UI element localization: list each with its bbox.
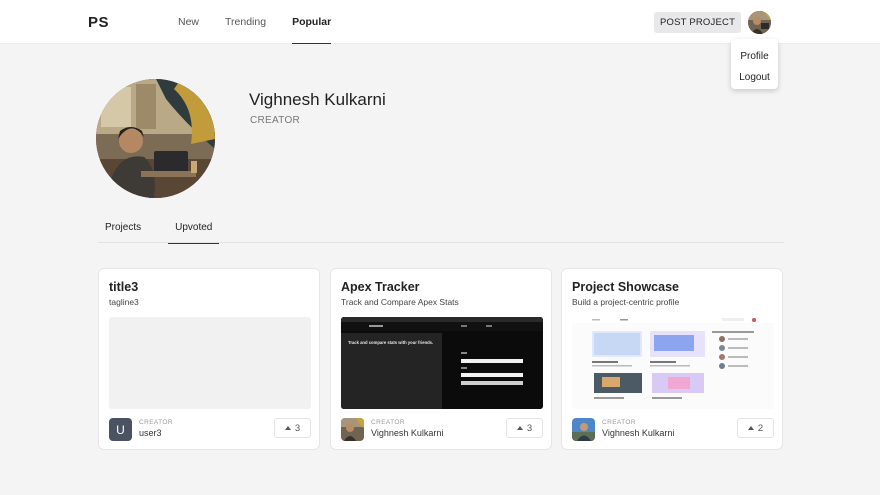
card-title[interactable]: Project Showcase	[572, 280, 679, 294]
upvote-arrow-icon	[747, 426, 754, 430]
project-card[interactable]: Apex Tracker Track and Compare Apex Stat…	[330, 268, 552, 450]
card-tagline: Track and Compare Apex Stats	[341, 297, 459, 307]
card-tagline: tagline3	[109, 297, 139, 307]
apex-tracker-preview-image: Track and compare stats with your friend…	[341, 317, 543, 409]
upvote-count: 3	[526, 422, 533, 434]
profile-photo	[96, 79, 215, 198]
creator-avatar[interactable]	[572, 418, 595, 441]
nav-new[interactable]: New	[178, 0, 199, 44]
user-menu-dropdown: Profile Logout	[731, 39, 778, 89]
tab-projects[interactable]: Projects	[98, 214, 148, 243]
top-navbar: PS New Trending Popular POST PROJECT	[0, 0, 880, 44]
user-avatar-button[interactable]	[748, 11, 771, 34]
main-nav: New Trending Popular	[178, 0, 357, 44]
card-title[interactable]: title3	[109, 280, 138, 294]
upvote-button[interactable]: 3	[506, 418, 543, 438]
preview-headline: Track and compare stats with your friend…	[348, 340, 433, 345]
card-tagline: Build a project-centric profile	[572, 297, 680, 307]
card-image-apex-tracker[interactable]: Track and compare stats with your friend…	[341, 317, 543, 409]
tab-upvoted[interactable]: Upvoted	[168, 214, 220, 244]
profile-role: CREATOR	[250, 115, 301, 126]
creator-name[interactable]: user3	[139, 428, 162, 438]
profile-name: Vighnesh Kulkarni	[249, 90, 386, 109]
project-showcase-preview-image	[572, 317, 774, 409]
card-title[interactable]: Apex Tracker	[341, 280, 420, 294]
creator-photo-icon	[572, 418, 595, 441]
card-image-placeholder[interactable]	[109, 317, 311, 409]
creator-name[interactable]: Vighnesh Kulkarni	[371, 428, 443, 438]
post-project-button[interactable]: POST PROJECT	[654, 12, 742, 33]
creator-label: CREATOR	[139, 419, 173, 426]
logo[interactable]: PS	[88, 14, 109, 31]
upvote-count: 3	[294, 422, 301, 434]
creator-avatar[interactable]	[341, 418, 364, 441]
menu-item-profile[interactable]: Profile	[731, 46, 778, 67]
nav-trending[interactable]: Trending	[225, 0, 266, 44]
creator-label: CREATOR	[371, 419, 405, 426]
upvote-arrow-icon	[284, 426, 291, 430]
creator-name[interactable]: Vighnesh Kulkarni	[602, 428, 674, 438]
profile-tabs: Projects Upvoted	[98, 214, 784, 244]
project-card[interactable]: Project Showcase Build a project-centric…	[561, 268, 783, 450]
nav-popular[interactable]: Popular	[292, 0, 332, 44]
creator-photo-icon	[341, 418, 364, 441]
upvote-button[interactable]: 3	[274, 418, 311, 438]
creator-label: CREATOR	[602, 419, 636, 426]
upvote-count: 2	[757, 422, 764, 434]
creator-avatar[interactable]: U	[109, 418, 132, 441]
avatar-letter: U	[109, 418, 132, 441]
avatar-photo-icon	[748, 11, 771, 34]
menu-item-logout[interactable]: Logout	[731, 67, 778, 88]
upvote-button[interactable]: 2	[737, 418, 774, 438]
card-image-project-showcase[interactable]	[572, 317, 774, 409]
project-card[interactable]: title3 tagline3 U CREATOR user3 3	[98, 268, 320, 450]
profile-photo-image	[96, 79, 215, 198]
upvote-arrow-icon	[516, 426, 523, 430]
